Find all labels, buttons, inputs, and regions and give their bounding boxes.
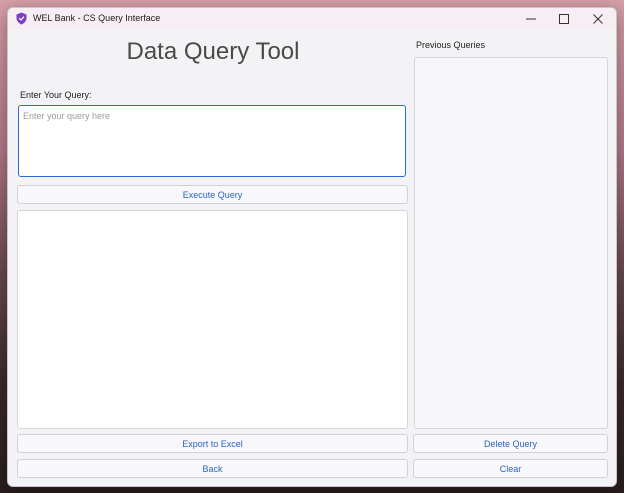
window-title: WEL Bank - CS Query Interface [33, 13, 161, 23]
title-bar[interactable]: WEL Bank - CS Query Interface [8, 8, 616, 30]
query-label: Enter Your Query: [20, 90, 92, 100]
minimize-button[interactable] [514, 8, 548, 30]
previous-queries-label: Previous Queries [416, 40, 486, 50]
close-button[interactable] [581, 8, 615, 30]
delete-query-button[interactable]: Delete Query [413, 434, 608, 453]
maximize-button[interactable] [547, 8, 581, 30]
query-input[interactable] [18, 105, 406, 177]
clear-button[interactable]: Clear [413, 459, 608, 478]
results-area[interactable] [17, 210, 408, 429]
export-to-excel-button[interactable]: Export to Excel [17, 434, 408, 453]
shield-icon [16, 12, 27, 25]
back-button[interactable]: Back [17, 459, 408, 478]
page-title: Data Query Tool [126, 38, 300, 65]
close-icon [593, 14, 603, 24]
minimize-icon [526, 14, 536, 24]
execute-query-button[interactable]: Execute Query [17, 185, 408, 204]
maximize-icon [559, 14, 569, 24]
previous-queries-list[interactable] [414, 57, 608, 429]
app-window: WEL Bank - CS Query Interface Data Query… [7, 7, 617, 487]
